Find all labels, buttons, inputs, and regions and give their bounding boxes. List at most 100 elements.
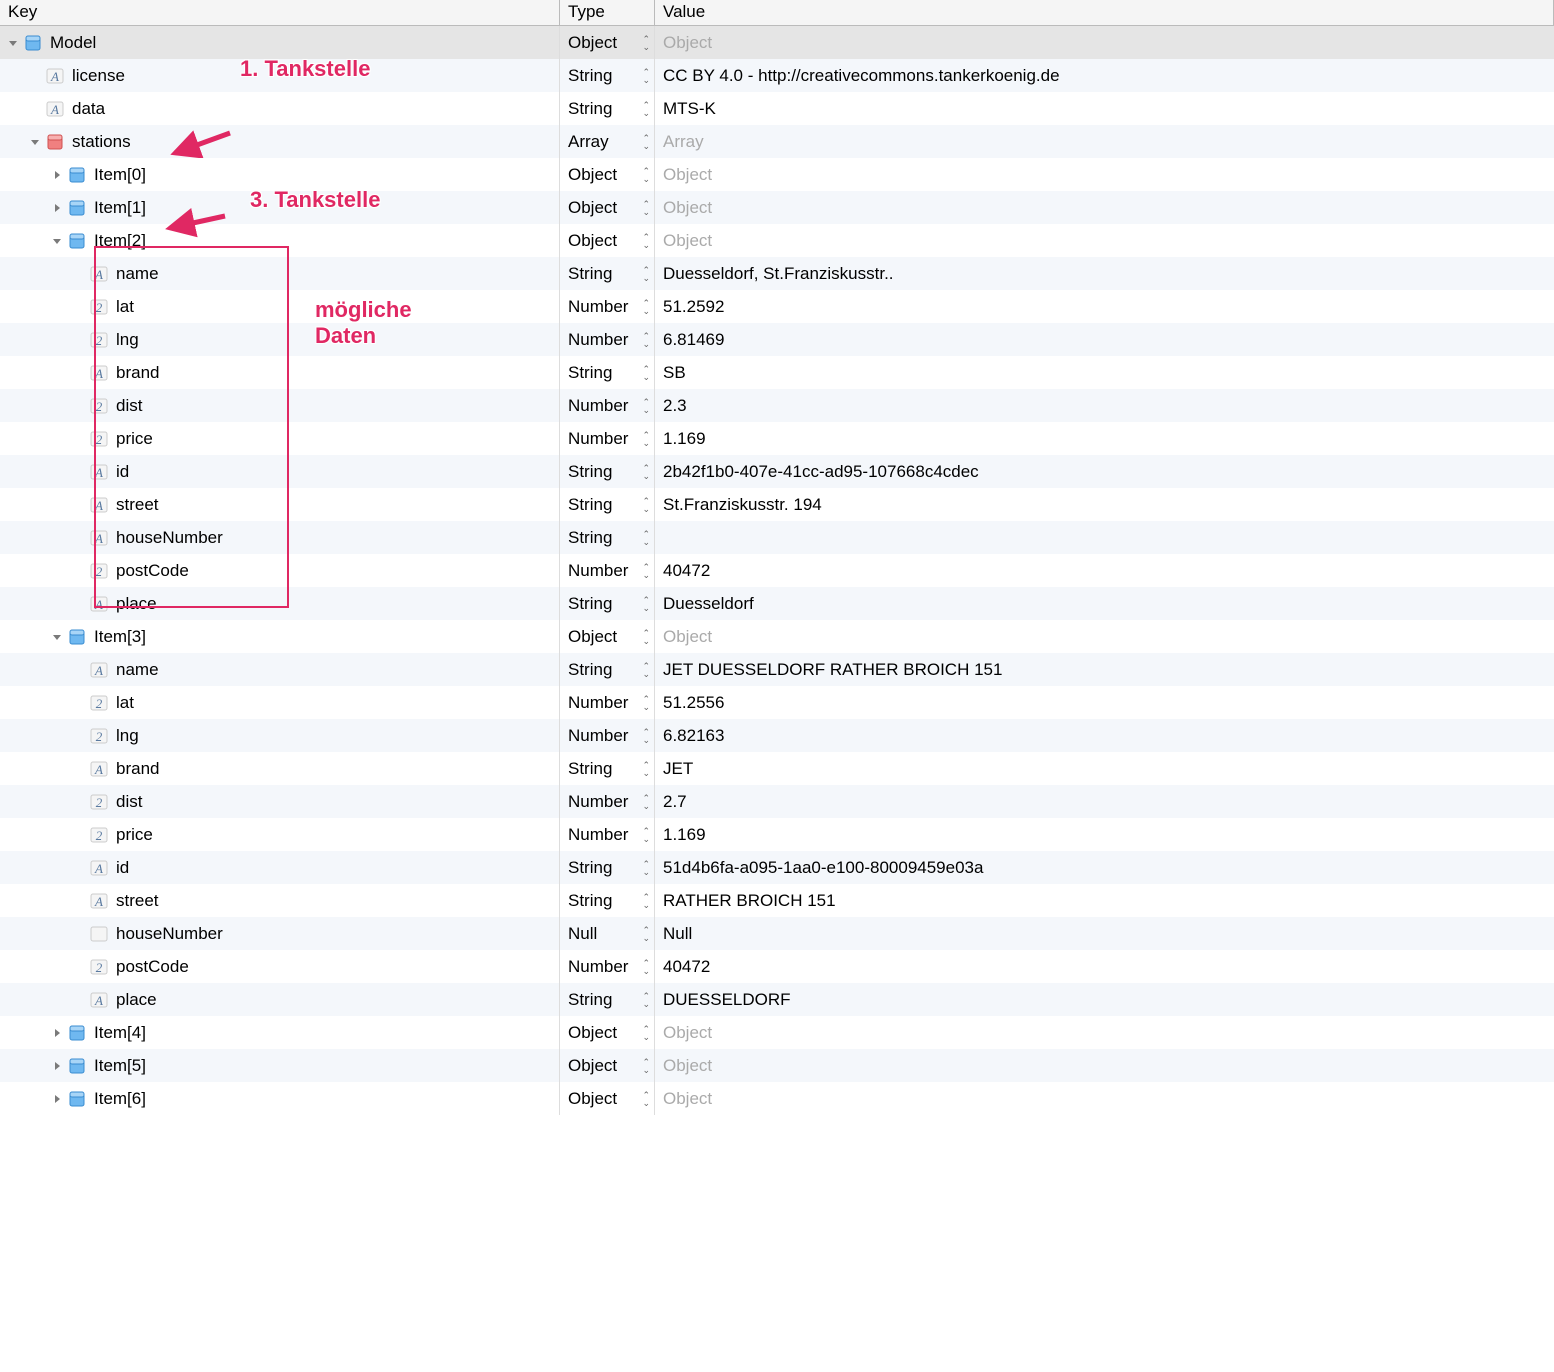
type-cell[interactable]: String⌃⌄ [560,983,655,1016]
stepper-icon[interactable]: ⌃⌄ [642,992,650,1008]
key-cell[interactable]: AhouseNumber [0,521,560,554]
key-cell[interactable]: 2lat [0,290,560,323]
stepper-icon[interactable]: ⌃⌄ [642,266,650,282]
value-cell[interactable]: DUESSELDORF [655,983,1554,1016]
value-cell[interactable]: 1.169 [655,818,1554,851]
table-row[interactable]: ModelObject⌃⌄Object [0,26,1554,59]
table-row[interactable]: 2priceNumber⌃⌄1.169 [0,818,1554,851]
value-cell[interactable]: MTS-K [655,92,1554,125]
table-row[interactable]: AidString⌃⌄2b42f1b0-407e-41cc-ad95-10766… [0,455,1554,488]
key-cell[interactable]: 2dist [0,785,560,818]
type-cell[interactable]: Number⌃⌄ [560,719,655,752]
type-cell[interactable]: Object⌃⌄ [560,224,655,257]
value-cell[interactable]: JET [655,752,1554,785]
key-cell[interactable]: Aname [0,653,560,686]
stepper-icon[interactable]: ⌃⌄ [642,1091,650,1107]
value-cell[interactable]: 40472 [655,554,1554,587]
disclosure-triangle-icon[interactable] [50,630,64,644]
value-cell[interactable]: 6.81469 [655,323,1554,356]
stepper-icon[interactable]: ⌃⌄ [642,860,650,876]
value-cell[interactable]: Array [655,125,1554,158]
table-row[interactable]: 2distNumber⌃⌄2.7 [0,785,1554,818]
value-cell[interactable]: JET DUESSELDORF RATHER BROICH 151 [655,653,1554,686]
type-cell[interactable]: String⌃⌄ [560,59,655,92]
key-cell[interactable]: 2dist [0,389,560,422]
key-cell[interactable]: Item[5] [0,1049,560,1082]
table-row[interactable]: Item[5]Object⌃⌄Object [0,1049,1554,1082]
value-cell[interactable]: 51d4b6fa-a095-1aa0-e100-80009459e03a [655,851,1554,884]
type-cell[interactable]: Number⌃⌄ [560,422,655,455]
disclosure-triangle-icon[interactable] [50,234,64,248]
disclosure-triangle-icon[interactable] [50,1059,64,1073]
stepper-icon[interactable]: ⌃⌄ [642,695,650,711]
stepper-icon[interactable]: ⌃⌄ [642,728,650,744]
stepper-icon[interactable]: ⌃⌄ [642,1025,650,1041]
table-row[interactable]: Item[3]Object⌃⌄Object [0,620,1554,653]
stepper-icon[interactable]: ⌃⌄ [642,596,650,612]
type-cell[interactable]: String⌃⌄ [560,455,655,488]
type-cell[interactable]: Number⌃⌄ [560,290,655,323]
type-cell[interactable]: String⌃⌄ [560,752,655,785]
disclosure-triangle-icon[interactable] [50,1026,64,1040]
table-row[interactable]: Item[2]Object⌃⌄Object [0,224,1554,257]
stepper-icon[interactable]: ⌃⌄ [642,563,650,579]
type-cell[interactable]: Object⌃⌄ [560,620,655,653]
value-cell[interactable]: 2b42f1b0-407e-41cc-ad95-107668c4cdec [655,455,1554,488]
stepper-icon[interactable]: ⌃⌄ [642,794,650,810]
table-row[interactable]: AlicenseString⌃⌄CC BY 4.0 - http://creat… [0,59,1554,92]
header-value[interactable]: Value [655,0,1554,25]
value-cell[interactable]: 2.7 [655,785,1554,818]
value-cell[interactable]: 51.2556 [655,686,1554,719]
value-cell[interactable]: Null [655,917,1554,950]
key-cell[interactable]: Alicense [0,59,560,92]
value-cell[interactable]: 6.82163 [655,719,1554,752]
type-cell[interactable]: String⌃⌄ [560,92,655,125]
type-cell[interactable]: String⌃⌄ [560,587,655,620]
table-row[interactable]: AnameString⌃⌄JET DUESSELDORF RATHER BROI… [0,653,1554,686]
key-cell[interactable]: Item[2] [0,224,560,257]
type-cell[interactable]: String⌃⌄ [560,257,655,290]
key-cell[interactable]: 2postCode [0,950,560,983]
type-cell[interactable]: Number⌃⌄ [560,950,655,983]
stepper-icon[interactable]: ⌃⌄ [642,1058,650,1074]
key-cell[interactable]: 2price [0,422,560,455]
key-cell[interactable]: Aplace [0,587,560,620]
key-cell[interactable]: Aid [0,851,560,884]
stepper-icon[interactable]: ⌃⌄ [642,299,650,315]
stepper-icon[interactable]: ⌃⌄ [642,101,650,117]
type-cell[interactable]: Object⌃⌄ [560,1082,655,1115]
key-cell[interactable]: Astreet [0,488,560,521]
stepper-icon[interactable]: ⌃⌄ [642,464,650,480]
stepper-icon[interactable]: ⌃⌄ [642,959,650,975]
type-cell[interactable]: Number⌃⌄ [560,323,655,356]
key-cell[interactable]: Item[4] [0,1016,560,1049]
type-cell[interactable]: Object⌃⌄ [560,1016,655,1049]
stepper-icon[interactable]: ⌃⌄ [642,398,650,414]
stepper-icon[interactable]: ⌃⌄ [642,233,650,249]
type-cell[interactable]: String⌃⌄ [560,488,655,521]
table-row[interactable]: 2postCodeNumber⌃⌄40472 [0,950,1554,983]
header-type[interactable]: Type [560,0,655,25]
key-cell[interactable]: Item[0] [0,158,560,191]
value-cell[interactable]: Object [655,191,1554,224]
type-cell[interactable]: Null⌃⌄ [560,917,655,950]
key-cell[interactable]: 2postCode [0,554,560,587]
stepper-icon[interactable]: ⌃⌄ [642,35,650,51]
disclosure-triangle-icon[interactable] [50,168,64,182]
value-cell[interactable]: 51.2592 [655,290,1554,323]
stepper-icon[interactable]: ⌃⌄ [642,365,650,381]
table-row[interactable]: AidString⌃⌄51d4b6fa-a095-1aa0-e100-80009… [0,851,1554,884]
table-row[interactable]: 2latNumber⌃⌄51.2592 [0,290,1554,323]
stepper-icon[interactable]: ⌃⌄ [642,200,650,216]
stepper-icon[interactable]: ⌃⌄ [642,497,650,513]
value-cell[interactable]: Object [655,158,1554,191]
header-key[interactable]: Key [0,0,560,25]
key-cell[interactable]: 2price [0,818,560,851]
table-row[interactable]: 2postCodeNumber⌃⌄40472 [0,554,1554,587]
table-row[interactable]: houseNumberNull⌃⌄Null [0,917,1554,950]
value-cell[interactable]: Object [655,26,1554,59]
stepper-icon[interactable]: ⌃⌄ [642,761,650,777]
value-cell[interactable]: RATHER BROICH 151 [655,884,1554,917]
value-cell[interactable]: SB [655,356,1554,389]
stepper-icon[interactable]: ⌃⌄ [642,167,650,183]
